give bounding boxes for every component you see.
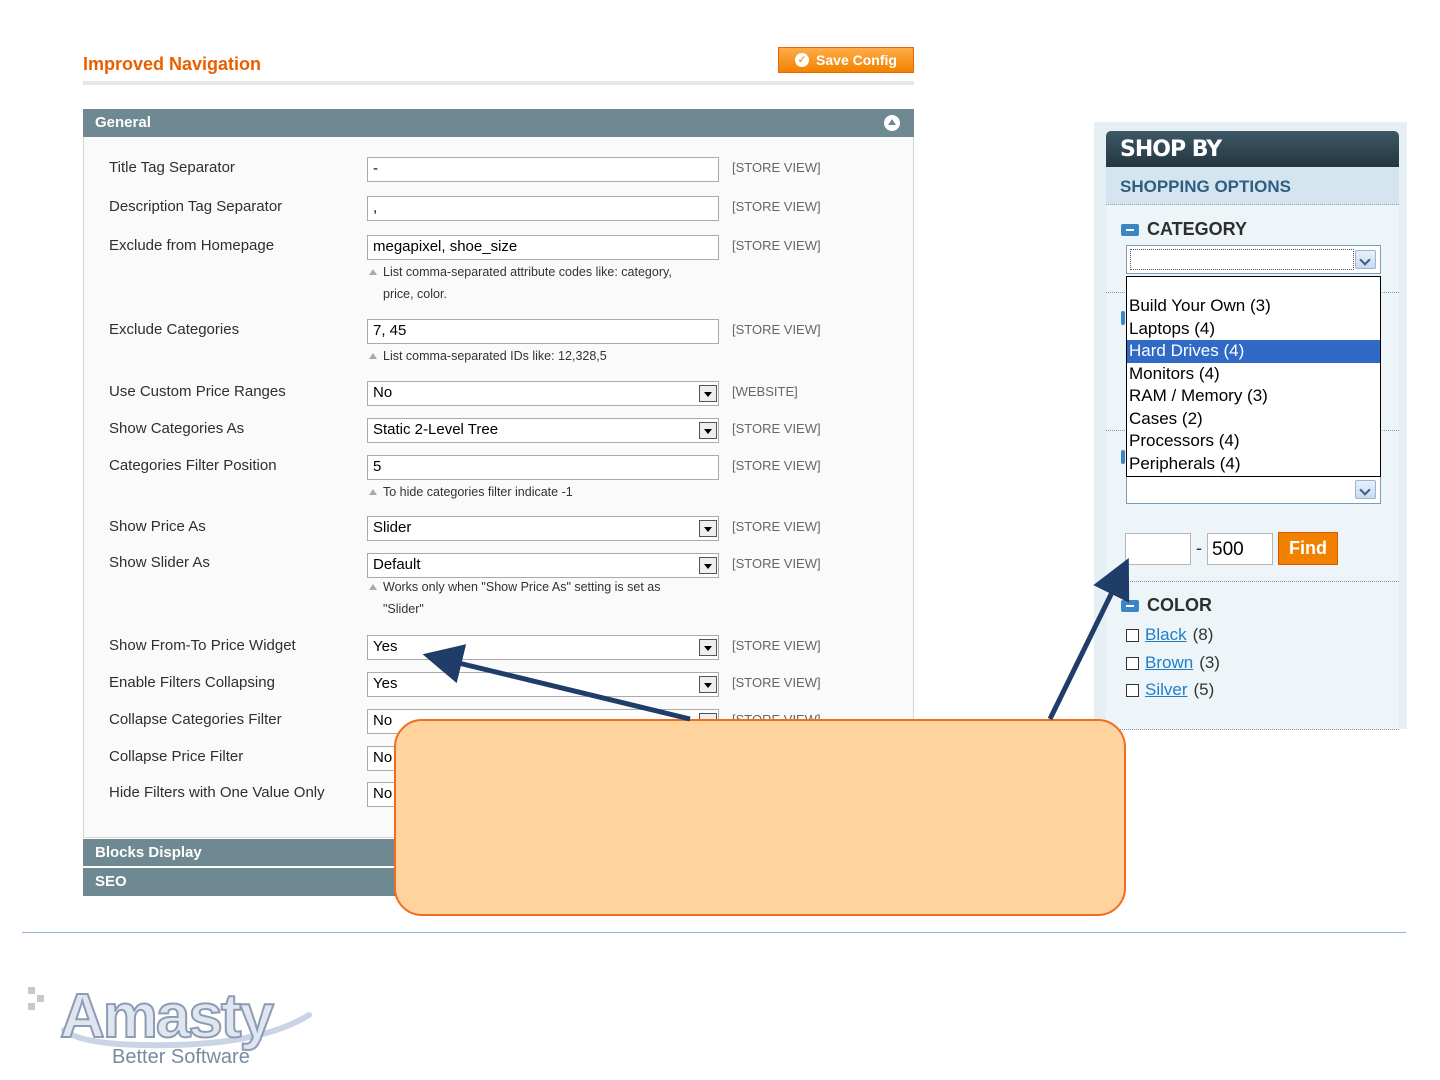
footer-divider <box>22 932 1406 933</box>
annotation-arrows <box>422 558 1130 722</box>
arrow-to-price-inputs <box>1047 558 1130 721</box>
logo-tagline: Better Software <box>112 1046 250 1068</box>
arrow-to-price-widget-setting <box>422 644 691 722</box>
amasty-logo: Amasty Better Software <box>28 981 312 1068</box>
logo-wordmark: Amasty <box>60 982 275 1051</box>
